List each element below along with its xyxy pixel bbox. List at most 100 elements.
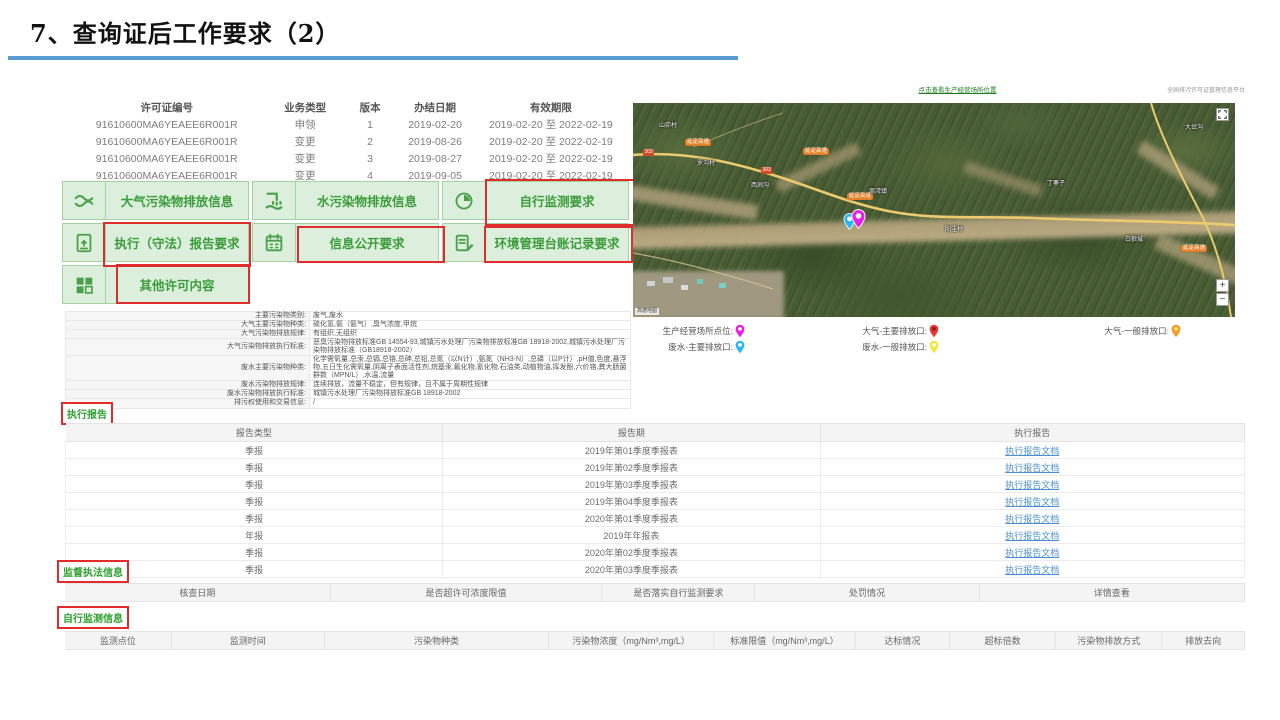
permit-table-row[interactable]: 91610600MA6YEAEE6R001R 变更 3 2019-08-27 2… (65, 150, 630, 167)
water-emission-info-button[interactable]: 水污染物排放信息 (252, 181, 439, 220)
slide-canvas: 7、查询证后工作要求（2） 许可证编号业务类型版本办结日期有效期限 916106… (0, 0, 1280, 720)
report-table: 报告类型报告期执行报告 季报 2019年第01季度季报表 执行报告文档 季报 2… (65, 423, 1245, 578)
road-shield: 303 (643, 149, 654, 156)
monitoring-table-header: 污染物种类 (324, 632, 548, 650)
button-label: 环境管理台账记录要求 (486, 224, 628, 261)
legend-label: 生产经营场所点位: (663, 325, 733, 337)
supervision-section-title: 监督执法信息 (57, 560, 129, 583)
monitoring-table-header: 污染物浓度（mg/Nm³,mg/L） (549, 632, 714, 650)
report-table-row: 季报 2019年第04季度季报表 执行报告文档 (66, 493, 1245, 510)
detail-value: 硫化氢,氨（氨气）,臭气浓度,甲烷 (310, 321, 631, 330)
detail-value: 有组织,无组织 (310, 330, 631, 339)
production-site-pin[interactable] (851, 209, 866, 234)
place-label: 白狼城 (1125, 237, 1143, 244)
button-label: 其他许可内容 (106, 266, 248, 303)
report-table-row: 年报 2019年年报表 执行报告文档 (66, 527, 1245, 544)
detail-value: 化学需氧量,总汞,总镉,总铬,总砷,总铅,总氮（以N计）,氨氮（NH3-N）,总… (310, 356, 631, 381)
detail-label: 废水污染物排放规律: (66, 381, 310, 390)
monitoring-table-header: 监测时间 (171, 632, 324, 650)
red-pin-icon (929, 324, 939, 338)
detail-label: 主要污染物类别: (66, 312, 310, 321)
map-location-link[interactable]: 点击查看生产经营场所位置 (895, 84, 1020, 94)
detail-row: 大气主要污染物种类: 硫化氢,氨（氨气）,臭气浓度,甲烷 (66, 321, 631, 330)
button-label: 大气污染物排放信息 (106, 182, 248, 219)
business-type: 申领 (268, 116, 341, 133)
information-disclosure-button[interactable]: 信息公开要求 (252, 223, 439, 262)
detail-label: 废水污染物排放执行标准: (66, 390, 310, 399)
function-button-grid: 大气污染物排放信息 水污染物排放信息 自行监测要求 (62, 181, 629, 304)
supervision-table-header: 是否落实自行监测要求 (602, 584, 755, 602)
report-doc-link[interactable]: 执行报告文档 (1005, 565, 1059, 575)
permit-details-table: 主要污染物类别: 废气,废水 大气主要污染物种类: 硫化氢,氨（氨气）,臭气浓度… (65, 311, 631, 409)
version: 3 (342, 150, 399, 167)
zoom-in-button[interactable]: + (1216, 279, 1229, 292)
completion-date: 2019-08-27 (398, 150, 471, 167)
permit-table-header: 业务类型 (268, 99, 341, 116)
other-permit-content-button[interactable]: 其他许可内容 (62, 265, 249, 304)
detail-row: 废水主要污染物种类: 化学需氧量,总汞,总镉,总铬,总砷,总铅,总氮（以N计）,… (66, 356, 631, 381)
report-doc-link[interactable]: 执行报告文档 (1005, 463, 1059, 473)
detail-row: 废水污染物排放规律: 连续排放，流量不稳定，但有规律，且不属于周期性规律 (66, 381, 631, 390)
supervision-table-header: 处罚情况 (755, 584, 979, 602)
detail-label: 废水主要污染物种类: (66, 356, 310, 381)
title-underline (8, 56, 738, 60)
permit-table-header: 版本 (342, 99, 399, 116)
detail-value: 废气,废水 (310, 312, 631, 321)
report-type: 季报 (66, 493, 443, 510)
permit-number: 91610600MA6YEAEE6R001R (65, 116, 268, 133)
monitoring-table-header: 监测点位 (65, 632, 171, 650)
report-table-row: 季报 2020年第02季度季报表 执行报告文档 (66, 544, 1245, 561)
legend-label: 废水-主要排放口: (668, 341, 733, 353)
grid-squares-icon (63, 266, 106, 303)
report-period: 2019年年报表 (443, 527, 820, 544)
permit-table-row[interactable]: 91610600MA6YEAEE6R001R 变更 2 2019-08-26 2… (65, 133, 630, 150)
env-ledger-button[interactable]: 环境管理台账记录要求 (442, 223, 629, 262)
legend-production-site: 生产经营场所点位: (633, 323, 745, 338)
report-doc-link[interactable]: 执行报告文档 (1005, 480, 1059, 490)
detail-label: 大气主要污染物种类: (66, 321, 310, 330)
report-doc-link[interactable]: 执行报告文档 (1005, 497, 1059, 507)
detail-row: 大气污染物排放执行标准: 恶臭污染物排放标准GB 14554-93,城镇污水处理… (66, 339, 631, 356)
self-monitoring-button[interactable]: 自行监测要求 (442, 181, 629, 220)
water-emission-icon (253, 182, 296, 219)
detail-label: 大气污染物排放执行标准: (66, 339, 310, 356)
report-table-row: 季报 2019年第01季度季报表 执行报告文档 (66, 442, 1245, 459)
supervision-table-header: 核查日期 (65, 584, 330, 602)
report-document-icon (63, 224, 106, 261)
report-type: 季报 (66, 476, 443, 493)
report-doc-link[interactable]: 执行报告文档 (1005, 446, 1059, 456)
road-badge: 延定高速 (803, 148, 829, 155)
permit-table-row[interactable]: 91610600MA6YEAEE6R001R 申领 1 2019-02-20 2… (65, 116, 630, 133)
supervision-table-header-row: 核查日期是否超许可浓度限值是否落实自行监测要求处罚情况详情查看 (65, 584, 1245, 602)
detail-row: 大气污染物排放规律: 有组织,无组织 (66, 330, 631, 339)
report-doc-link[interactable]: 执行报告文档 (1005, 531, 1059, 541)
permit-table-header: 许可证编号 (65, 99, 268, 116)
report-period: 2019年第03季度季报表 (443, 476, 820, 493)
version: 1 (342, 116, 399, 133)
zoom-out-button[interactable]: − (1216, 293, 1229, 306)
fullscreen-button[interactable] (1216, 108, 1229, 121)
air-emission-info-button[interactable]: 大气污染物排放信息 (62, 181, 249, 220)
report-table-row: 季报 2020年第01季度季报表 执行报告文档 (66, 510, 1245, 527)
report-doc-link[interactable]: 执行报告文档 (1005, 514, 1059, 524)
detail-label: 大气污染物排放规律: (66, 330, 310, 339)
business-type: 变更 (268, 133, 341, 150)
satellite-map[interactable]: 延定高速 延定高速 延定高速 延定高速 303 303 山峁村 罗沟村 西涧沟 … (633, 103, 1235, 317)
report-period: 2020年第02季度季报表 (443, 544, 820, 561)
legend-air-main-outlet: 大气-主要排放口: (753, 323, 939, 338)
place-label: 阳洼村 (945, 227, 963, 234)
report-type: 季报 (66, 510, 443, 527)
compliance-report-button[interactable]: 执行（守法）报告要求 (62, 223, 249, 262)
platform-caption: 全国排污许可证管理信息平台 (1148, 85, 1245, 94)
place-label: 罗沟村 (697, 161, 715, 168)
report-doc-link[interactable]: 执行报告文档 (1005, 548, 1059, 558)
calendar-icon (253, 224, 296, 261)
detail-value: / (310, 399, 631, 408)
report-period: 2020年第01季度季报表 (443, 510, 820, 527)
report-period: 2019年第01季度季报表 (443, 442, 820, 459)
monitoring-table: 监测点位监测时间污染物种类污染物浓度（mg/Nm³,mg/L）标准限值（mg/N… (65, 631, 1245, 650)
report-table-header-row: 报告类型报告期执行报告 (66, 424, 1245, 442)
business-type: 变更 (268, 150, 341, 167)
road-badge: 延定高速 (1181, 245, 1207, 252)
completion-date: 2019-08-26 (398, 133, 471, 150)
